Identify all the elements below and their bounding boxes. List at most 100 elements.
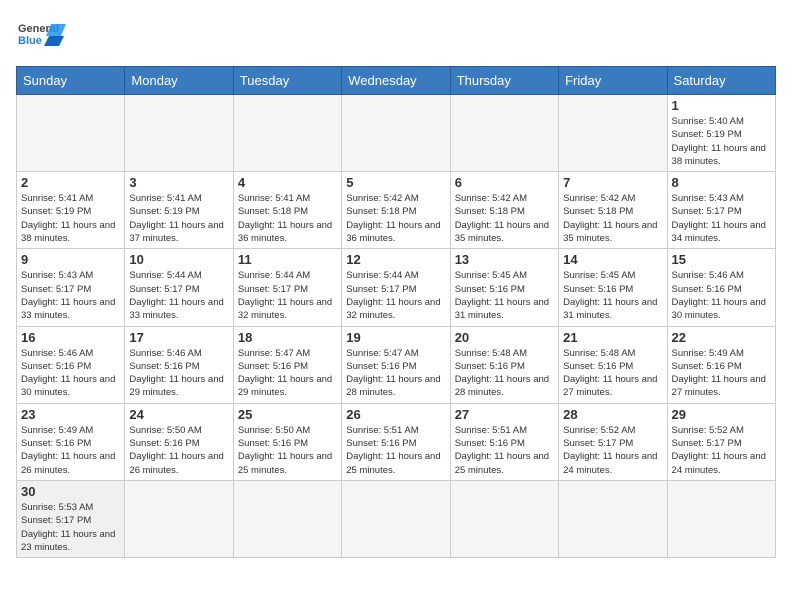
calendar-cell: 17Sunrise: 5:46 AMSunset: 5:16 PMDayligh… [125, 326, 233, 403]
day-info: Sunrise: 5:46 AMSunset: 5:16 PMDaylight:… [21, 347, 120, 400]
day-number: 23 [21, 407, 120, 422]
calendar-cell: 30 Sunrise: 5:53 AMSunset: 5:17 PMDayligh… [17, 480, 125, 557]
day-info: Sunrise: 5:42 AMSunset: 5:18 PMDaylight:… [346, 192, 445, 245]
day-info: Sunrise: 5:50 AMSunset: 5:16 PMDaylight:… [129, 424, 228, 477]
day-number: 3 [129, 175, 228, 190]
day-info: Sunrise: 5:46 AMSunset: 5:16 PMDaylight:… [672, 269, 771, 322]
calendar-cell [559, 95, 667, 172]
day-number: 5 [346, 175, 445, 190]
day-number: 18 [238, 330, 337, 345]
day-info: Sunrise: 5:43 AMSunset: 5:17 PMDaylight:… [672, 192, 771, 245]
day-number: 6 [455, 175, 554, 190]
day-number: 22 [672, 330, 771, 345]
day-info: Sunrise: 5:44 AMSunset: 5:17 PMDaylight:… [346, 269, 445, 322]
day-number: 10 [129, 252, 228, 267]
day-info: Sunrise: 5:48 AMSunset: 5:16 PMDaylight:… [563, 347, 662, 400]
day-number: 20 [455, 330, 554, 345]
weekday-header-wednesday: Wednesday [342, 67, 450, 95]
calendar-cell: 22 Sunrise: 5:49 AMSunset: 5:16 PMDayligh… [667, 326, 775, 403]
calendar-cell: 16 Sunrise: 5:46 AMSunset: 5:16 PMDayligh… [17, 326, 125, 403]
calendar-cell: 1 Sunrise: 5:40 AMSunset: 5:19 PMDaylight… [667, 95, 775, 172]
calendar-cell: 21 Sunrise: 5:48 AMSunset: 5:16 PMDayligh… [559, 326, 667, 403]
day-info: Sunrise: 5:51 AMSunset: 5:16 PMDaylight:… [455, 424, 554, 477]
calendar-cell: 9Sunrise: 5:43 AMSunset: 5:17 PMDaylight… [17, 249, 125, 326]
day-info: Sunrise: 5:40 AMSunset: 5:19 PMDaylight:… [672, 115, 771, 168]
page-header: General Blue [16, 16, 776, 56]
day-number: 12 [346, 252, 445, 267]
day-number: 17 [129, 330, 228, 345]
day-number: 8 [672, 175, 771, 190]
calendar-row: 23 Sunrise: 5:49 AMSunset: 5:16 PMDayligh… [17, 403, 776, 480]
calendar-row: 2 Sunrise: 5:41 AMSunset: 5:19 PMDaylight… [17, 172, 776, 249]
day-number: 1 [672, 98, 771, 113]
day-info: Sunrise: 5:43 AMSunset: 5:17 PMDaylight:… [21, 269, 120, 322]
day-number: 14 [563, 252, 662, 267]
day-info: Sunrise: 5:50 AMSunset: 5:16 PMDaylight:… [238, 424, 337, 477]
calendar-cell: 19Sunrise: 5:47 AMSunset: 5:16 PMDayligh… [342, 326, 450, 403]
calendar-cell: 27Sunrise: 5:51 AMSunset: 5:16 PMDayligh… [450, 403, 558, 480]
day-info: Sunrise: 5:47 AMSunset: 5:16 PMDaylight:… [346, 347, 445, 400]
day-info: Sunrise: 5:48 AMSunset: 5:16 PMDaylight:… [455, 347, 554, 400]
day-number: 11 [238, 252, 337, 267]
day-info: Sunrise: 5:47 AMSunset: 5:16 PMDaylight:… [238, 347, 337, 400]
weekday-header-row: SundayMondayTuesdayWednesdayThursdayFrid… [17, 67, 776, 95]
day-info: Sunrise: 5:41 AMSunset: 5:19 PMDaylight:… [21, 192, 120, 245]
calendar-cell: 24 Sunrise: 5:50 AMSunset: 5:16 PMDayligh… [125, 403, 233, 480]
logo-svg: General Blue [16, 16, 66, 56]
day-number: 16 [21, 330, 120, 345]
calendar-cell: 5 Sunrise: 5:42 AMSunset: 5:18 PMDaylight… [342, 172, 450, 249]
calendar-cell: 13Sunrise: 5:45 AMSunset: 5:16 PMDayligh… [450, 249, 558, 326]
day-info: Sunrise: 5:51 AMSunset: 5:16 PMDaylight:… [346, 424, 445, 477]
calendar-cell: 18 Sunrise: 5:47 AMSunset: 5:16 PMDayligh… [233, 326, 341, 403]
calendar-cell [559, 480, 667, 557]
calendar-cell: 7 Sunrise: 5:42 AMSunset: 5:18 PMDaylight… [559, 172, 667, 249]
weekday-header-thursday: Thursday [450, 67, 558, 95]
calendar-cell [125, 480, 233, 557]
day-number: 7 [563, 175, 662, 190]
calendar-cell: 25Sunrise: 5:50 AMSunset: 5:16 PMDayligh… [233, 403, 341, 480]
weekday-header-friday: Friday [559, 67, 667, 95]
day-info: Sunrise: 5:52 AMSunset: 5:17 PMDaylight:… [672, 424, 771, 477]
day-info: Sunrise: 5:41 AMSunset: 5:19 PMDaylight:… [129, 192, 228, 245]
calendar-table: SundayMondayTuesdayWednesdayThursdayFrid… [16, 66, 776, 558]
day-number: 24 [129, 407, 228, 422]
day-info: Sunrise: 5:42 AMSunset: 5:18 PMDaylight:… [563, 192, 662, 245]
calendar-cell: 23 Sunrise: 5:49 AMSunset: 5:16 PMDayligh… [17, 403, 125, 480]
day-info: Sunrise: 5:53 AMSunset: 5:17 PMDaylight:… [21, 501, 120, 554]
calendar-cell [233, 480, 341, 557]
calendar-cell [450, 480, 558, 557]
calendar-cell: 8 Sunrise: 5:43 AMSunset: 5:17 PMDaylight… [667, 172, 775, 249]
day-info: Sunrise: 5:49 AMSunset: 5:16 PMDaylight:… [672, 347, 771, 400]
calendar-cell: 6 Sunrise: 5:42 AMSunset: 5:18 PMDaylight… [450, 172, 558, 249]
calendar-cell: 14 Sunrise: 5:45 AMSunset: 5:16 PMDayligh… [559, 249, 667, 326]
day-number: 28 [563, 407, 662, 422]
calendar-cell: 11 Sunrise: 5:44 AMSunset: 5:17 PMDayligh… [233, 249, 341, 326]
day-info: Sunrise: 5:42 AMSunset: 5:18 PMDaylight:… [455, 192, 554, 245]
calendar-cell: 29 Sunrise: 5:52 AMSunset: 5:17 PMDayligh… [667, 403, 775, 480]
logo: General Blue [16, 16, 66, 56]
calendar-cell [125, 95, 233, 172]
day-number: 29 [672, 407, 771, 422]
calendar-cell [342, 95, 450, 172]
calendar-cell [450, 95, 558, 172]
day-number: 2 [21, 175, 120, 190]
calendar-row: 1 Sunrise: 5:40 AMSunset: 5:19 PMDaylight… [17, 95, 776, 172]
day-number: 21 [563, 330, 662, 345]
calendar-cell [17, 95, 125, 172]
day-info: Sunrise: 5:49 AMSunset: 5:16 PMDaylight:… [21, 424, 120, 477]
calendar-cell: 3 Sunrise: 5:41 AMSunset: 5:19 PMDaylight… [125, 172, 233, 249]
calendar-cell: 4Sunrise: 5:41 AMSunset: 5:18 PMDaylight… [233, 172, 341, 249]
calendar-cell: 15Sunrise: 5:46 AMSunset: 5:16 PMDayligh… [667, 249, 775, 326]
day-info: Sunrise: 5:44 AMSunset: 5:17 PMDaylight:… [238, 269, 337, 322]
day-number: 30 [21, 484, 120, 499]
calendar-cell [342, 480, 450, 557]
calendar-cell: 20 Sunrise: 5:48 AMSunset: 5:16 PMDayligh… [450, 326, 558, 403]
calendar-cell: 2 Sunrise: 5:41 AMSunset: 5:19 PMDaylight… [17, 172, 125, 249]
day-number: 26 [346, 407, 445, 422]
calendar-row: 9Sunrise: 5:43 AMSunset: 5:17 PMDaylight… [17, 249, 776, 326]
day-number: 4 [238, 175, 337, 190]
weekday-header-saturday: Saturday [667, 67, 775, 95]
day-info: Sunrise: 5:45 AMSunset: 5:16 PMDaylight:… [563, 269, 662, 322]
calendar-cell: 28Sunrise: 5:52 AMSunset: 5:17 PMDayligh… [559, 403, 667, 480]
weekday-header-sunday: Sunday [17, 67, 125, 95]
